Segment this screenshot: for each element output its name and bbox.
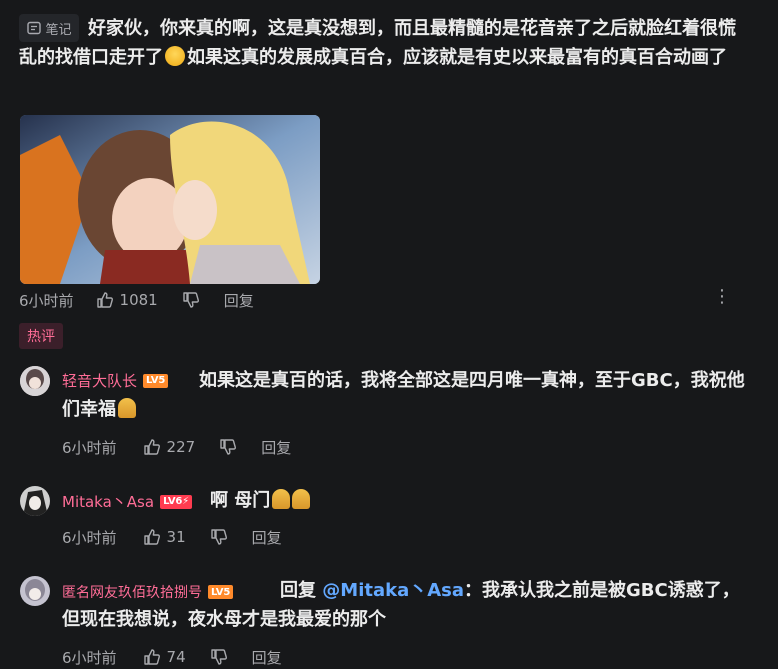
level-badge: LV6 ⚡ <box>160 494 192 509</box>
comment-like-button[interactable]: 74 <box>143 648 186 666</box>
post-dislike-button[interactable] <box>182 291 200 309</box>
comment-reply-button[interactable]: 回复 <box>261 437 291 458</box>
mention-link[interactable]: @Mitaka丶Asa <box>322 580 464 601</box>
avatar[interactable] <box>20 576 50 606</box>
comment-reply-button[interactable]: 回复 <box>252 647 282 668</box>
comment-time: 6小时前 <box>62 648 117 667</box>
comment-like-button[interactable]: 31 <box>143 528 186 546</box>
post-like-count: 1081 <box>119 291 158 309</box>
pray-emoji-icon <box>272 489 291 509</box>
avatar-image <box>20 366 50 396</box>
avatar-image <box>20 486 50 516</box>
post-like-button[interactable]: 1081 <box>96 291 158 309</box>
comment-like-count: 227 <box>166 438 196 456</box>
level-badge-text: LV6 <box>163 496 183 507</box>
hot-comments-tag: 热评 <box>19 323 63 349</box>
post-meta: 6小时前 1081 回复 <box>19 290 254 310</box>
anime-girls-image <box>20 115 320 284</box>
comment-dislike-button[interactable] <box>210 528 228 546</box>
post-time: 6小时前 <box>19 291 74 310</box>
post-reply-button[interactable]: 回复 <box>224 290 254 311</box>
comment-time: 6小时前 <box>62 528 117 547</box>
comment-2-header: Mitaka丶Asa LV6 ⚡ <box>62 491 192 512</box>
thumbs-up-icon <box>143 529 160 545</box>
comment-time: 6小时前 <box>62 438 117 457</box>
smile-emoji-icon <box>165 46 185 66</box>
lightning-icon: ⚡ <box>182 496 189 507</box>
more-options-icon[interactable]: ⋮ <box>713 286 731 308</box>
comment-2-meta: 6小时前 31 回复 <box>62 527 282 547</box>
thumbs-up-icon <box>143 439 160 455</box>
comment-like-count: 31 <box>166 528 186 546</box>
comment-2-username[interactable]: Mitaka丶Asa <box>62 491 154 512</box>
comment-2-body: 啊 母门 <box>210 490 271 511</box>
comment-like-button[interactable]: 227 <box>143 438 196 456</box>
thumbs-up-icon <box>96 292 113 308</box>
avatar[interactable] <box>20 486 50 516</box>
thumbs-down-icon <box>210 649 227 665</box>
post-image[interactable] <box>20 115 320 284</box>
thumbs-down-icon <box>183 292 199 308</box>
thumbs-down-icon <box>220 439 237 455</box>
comment-1-text: 如果这是真百的话，我将全部这是四月唯一真神，至于GBC，我祝他们幸福 <box>62 366 752 424</box>
comment-reply-button[interactable]: 回复 <box>252 527 282 548</box>
comment-3-meta: 6小时前 74 回复 <box>62 647 282 667</box>
comment-3-text: 回复 @Mitaka丶Asa：我承认我之前是被GBC诱惑了，但现在我想说，夜水母… <box>62 576 752 634</box>
reply-prefix: 回复 <box>280 580 323 601</box>
comment-like-count: 74 <box>166 648 186 666</box>
post-text: 好家伙，你来真的啊，这是真没想到，而且最精髓的是花音亲了之后就脸红着很慌乱的找借… <box>19 14 749 72</box>
thumbs-up-icon <box>143 649 160 665</box>
post-text-part2: 如果这真的发展成真百合，应该就是有史以来最富有的真百合动画了 <box>187 47 727 68</box>
comment-dislike-button[interactable] <box>219 438 237 456</box>
comment-dislike-button[interactable] <box>210 648 228 666</box>
thumbs-down-icon <box>210 529 227 545</box>
pray-emoji-icon <box>292 489 311 509</box>
comment-1-body: 如果这是真百的话，我将全部这是四月唯一真神，至于GBC，我祝他们幸福 <box>62 370 745 420</box>
avatar-image <box>20 576 50 606</box>
comment-1-meta: 6小时前 227 回复 <box>62 437 291 457</box>
pray-emoji-icon <box>118 398 136 418</box>
comment-2-text: 啊 母门 <box>210 486 311 515</box>
avatar[interactable] <box>20 366 50 396</box>
